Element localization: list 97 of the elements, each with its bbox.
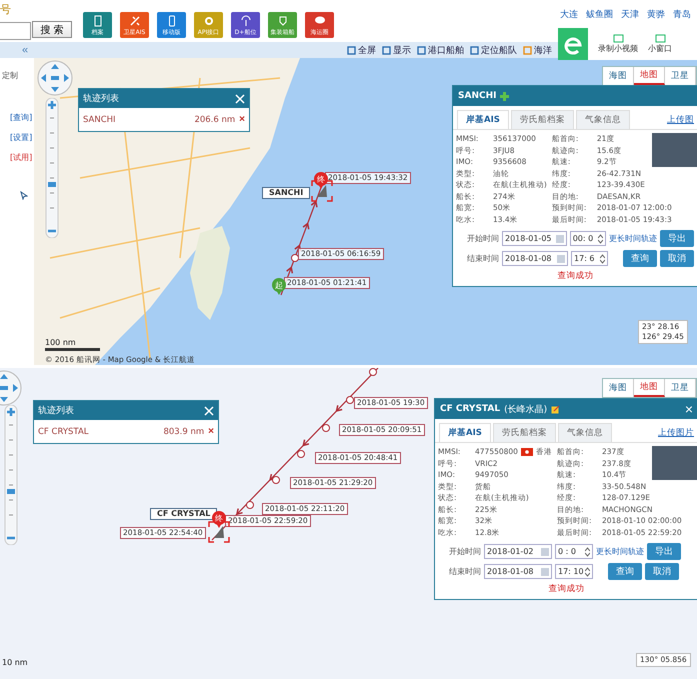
upload-photo-link[interactable]: 上传图 bbox=[667, 114, 694, 129]
close-button[interactable]: × bbox=[684, 402, 693, 416]
city-link[interactable]: 黄骅 bbox=[647, 8, 665, 21]
search-button[interactable]: 搜 索 bbox=[32, 21, 72, 38]
start-time-field[interactable]: 0 : 0 bbox=[555, 544, 593, 559]
cursor-icon bbox=[20, 191, 28, 200]
upload-photo-link[interactable]: 上传图片 bbox=[658, 427, 694, 442]
status-message: 查询成功 bbox=[548, 583, 586, 596]
antenna-icon bbox=[240, 15, 252, 27]
panel-tab[interactable]: 岸基AIS bbox=[439, 423, 491, 442]
spinner-icon bbox=[585, 546, 590, 556]
long-track-link[interactable]: 更长时间轨迹 bbox=[596, 546, 644, 557]
plus-icon[interactable] bbox=[500, 92, 510, 100]
ship-marker-icon[interactable] bbox=[208, 521, 230, 543]
scale-bar bbox=[45, 348, 100, 351]
track-distance: 206.6 nm bbox=[194, 114, 236, 124]
toolbar-button[interactable]: 显示 bbox=[382, 44, 411, 56]
track-name[interactable]: CF CRYSTAL bbox=[38, 426, 88, 436]
query-button[interactable]: 查询 bbox=[608, 563, 642, 580]
track-point[interactable] bbox=[246, 501, 254, 509]
spinner-icon bbox=[585, 566, 590, 576]
zoom-slider[interactable] bbox=[45, 98, 59, 238]
spinner-icon bbox=[600, 254, 605, 264]
status-message: 查询成功 bbox=[556, 270, 594, 283]
track-point[interactable] bbox=[297, 450, 305, 458]
map-type-tab[interactable]: 地图 bbox=[634, 67, 665, 85]
export-button[interactable]: 导出 bbox=[660, 230, 694, 247]
browser-logo-icon[interactable] bbox=[558, 28, 588, 60]
sidebar-link[interactable]: [查询] bbox=[10, 112, 32, 123]
browser-tool-button[interactable]: 录制小视频 bbox=[598, 34, 638, 54]
end-date-field[interactable]: 2018-01-08 bbox=[484, 564, 552, 579]
city-link[interactable]: 青岛 bbox=[673, 8, 691, 21]
photo-placeholder bbox=[652, 133, 697, 167]
panel-subtitle: (长峰水晶) bbox=[504, 404, 548, 416]
toolbar-button[interactable]: 全屏 bbox=[347, 44, 376, 56]
end-date-field[interactable]: 2018-01-08 bbox=[502, 251, 568, 266]
remove-button[interactable]: × bbox=[239, 114, 245, 125]
toolbar-button[interactable]: 港口船舶 bbox=[417, 44, 464, 56]
ship-name-label: SANCHI bbox=[262, 187, 310, 199]
export-button[interactable]: 导出 bbox=[647, 543, 681, 560]
city-link[interactable]: 鲅鱼圈 bbox=[586, 8, 613, 21]
panel-tab[interactable]: 劳氏船档案 bbox=[510, 110, 574, 129]
spinner-icon bbox=[598, 234, 603, 244]
panel-title: 轨迹列表 bbox=[38, 404, 74, 417]
track-point[interactable] bbox=[272, 476, 280, 484]
track-distance: 803.9 nm bbox=[163, 426, 204, 436]
zoom-thumb[interactable] bbox=[48, 182, 56, 187]
panel-tab[interactable]: 劳氏船档案 bbox=[492, 423, 556, 442]
map-type-tab[interactable]: 地图 bbox=[634, 379, 665, 397]
gear-icon bbox=[202, 15, 214, 27]
panel-tab[interactable]: 气象信息 bbox=[576, 110, 630, 129]
photo-placeholder bbox=[652, 446, 697, 480]
start-time-field[interactable]: 00: 0 bbox=[570, 231, 606, 246]
start-time-label: 开始时间 bbox=[449, 546, 481, 557]
sidebar-link[interactable]: [设置] bbox=[10, 132, 32, 143]
toolbar-button[interactable]: 海洋 bbox=[523, 44, 552, 56]
browser-tool-button[interactable]: 小窗口 bbox=[648, 34, 672, 54]
close-icon[interactable] bbox=[204, 406, 214, 416]
remove-button[interactable]: × bbox=[208, 426, 214, 437]
start-date-field[interactable]: 2018-01-02 bbox=[484, 544, 552, 559]
panel-title: 轨迹列表 bbox=[83, 92, 119, 105]
panel-title: SANCHI bbox=[458, 91, 496, 101]
close-icon[interactable] bbox=[235, 94, 245, 104]
cancel-button[interactable]: 取消 bbox=[660, 250, 694, 267]
search-field[interactable] bbox=[0, 22, 31, 40]
document-icon bbox=[92, 15, 104, 27]
toolbar-button[interactable]: 定位船队 bbox=[470, 44, 517, 56]
sidebar-link[interactable]: [试用] bbox=[10, 152, 32, 163]
end-time-field[interactable]: 17: 10 bbox=[555, 564, 593, 579]
scale-text: 10 nm bbox=[2, 658, 28, 667]
flag-icon bbox=[520, 448, 533, 456]
query-button[interactable]: 查询 bbox=[623, 250, 657, 267]
collapse-button[interactable]: « bbox=[22, 44, 28, 56]
city-link[interactable]: 大连 bbox=[560, 8, 578, 21]
zoom-thumb[interactable] bbox=[7, 489, 15, 494]
long-track-link[interactable]: 更长时间轨迹 bbox=[609, 233, 657, 244]
scale-text: 100 nm bbox=[45, 338, 76, 347]
panel-tab[interactable]: 气象信息 bbox=[558, 423, 612, 442]
pan-control-icon[interactable] bbox=[37, 60, 73, 96]
track-point[interactable] bbox=[291, 254, 299, 262]
sidebar-title: 定制 bbox=[2, 70, 18, 81]
field-label: 号 bbox=[0, 2, 11, 17]
track-point[interactable] bbox=[346, 396, 354, 404]
panel-title: CF CRYSTAL bbox=[440, 404, 500, 414]
cancel-button[interactable]: 取消 bbox=[645, 563, 679, 580]
end-time-label: 结束时间 bbox=[449, 566, 481, 577]
end-time-field[interactable]: 17: 6 bbox=[571, 251, 608, 266]
shield-icon bbox=[276, 15, 288, 27]
track-name[interactable]: SANCHI bbox=[83, 114, 116, 124]
start-time-label: 开始时间 bbox=[467, 233, 499, 244]
panel-tab[interactable]: 岸基AIS bbox=[457, 110, 509, 129]
track-point[interactable] bbox=[369, 368, 377, 376]
start-date-field[interactable]: 2018-01-05 bbox=[502, 231, 567, 246]
track-point[interactable] bbox=[322, 424, 330, 432]
city-link[interactable]: 天津 bbox=[621, 8, 639, 21]
end-time-label: 结束时间 bbox=[467, 253, 499, 264]
edit-icon[interactable] bbox=[551, 404, 560, 414]
